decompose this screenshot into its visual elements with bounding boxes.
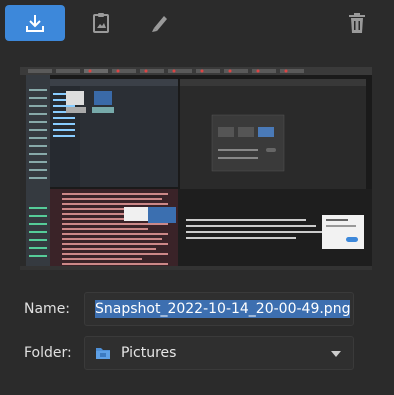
name-label: Name: (24, 301, 71, 317)
filename-value[interactable]: Snapshot_2022-10-14_20-00-49.png (95, 300, 351, 318)
filename-input[interactable]: Snapshot_2022-10-14_20-00-49.png (84, 292, 354, 326)
trash-icon (349, 13, 365, 33)
edit-button[interactable] (129, 5, 189, 41)
screenshot-toolbar (0, 0, 394, 46)
folder-value: Pictures (121, 345, 177, 361)
delete-button[interactable] (327, 5, 387, 41)
edit-pen-icon (152, 16, 167, 32)
copy-to-clipboard-icon (93, 13, 109, 33)
folder-select[interactable]: Pictures (84, 336, 354, 370)
chevron-down-icon[interactable] (331, 351, 341, 357)
screenshot-preview (20, 67, 372, 270)
save-download-icon (26, 15, 44, 32)
copy-to-clipboard-button[interactable] (71, 5, 131, 41)
folder-label: Folder: (24, 345, 72, 361)
folder-icon (96, 348, 110, 359)
save-button[interactable] (5, 5, 65, 41)
screenshot-thumbnail-image (20, 67, 372, 270)
